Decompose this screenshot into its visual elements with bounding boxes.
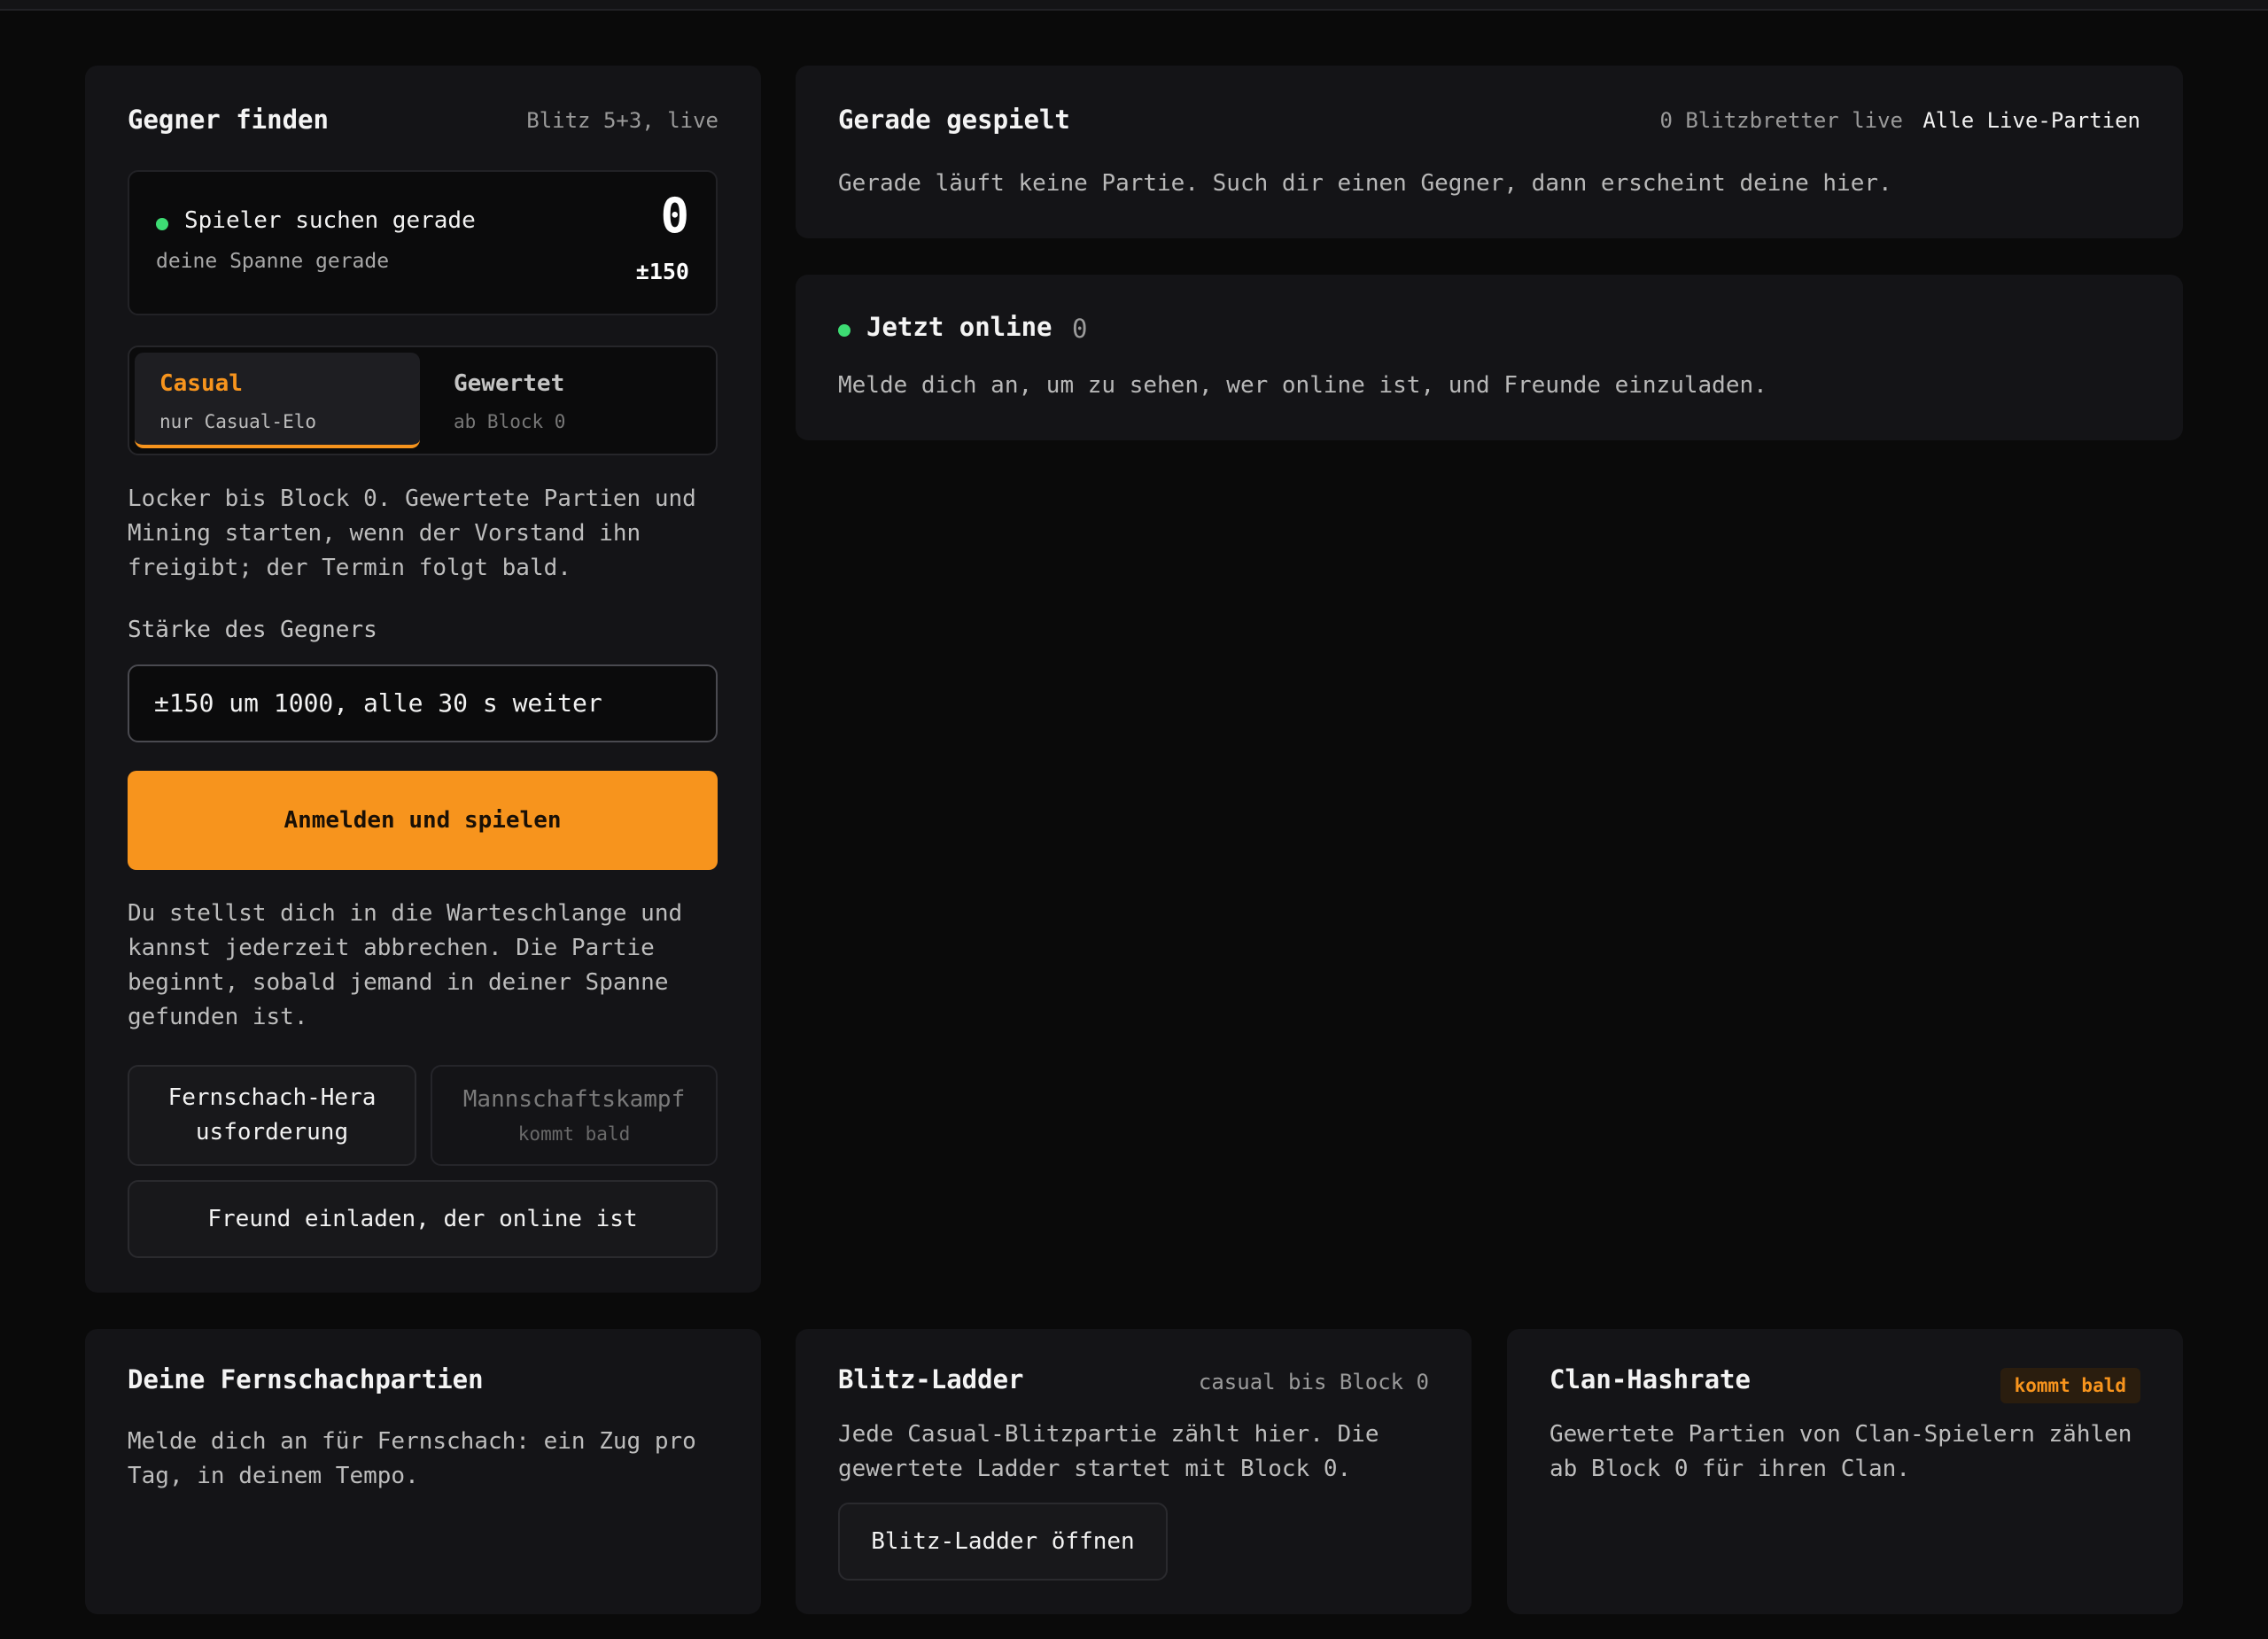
recently-played-card: Gerade gespielt 0 Blitzbretter live Alle…	[796, 66, 2183, 238]
find-opponent-title: Gegner finden	[128, 105, 329, 135]
team-match-button: Mannschaftskampf kommt bald	[431, 1065, 718, 1166]
online-now-card: Jetzt online 0 Melde dich an, um zu sehe…	[796, 275, 2183, 440]
opponent-strength-value: ±150 um 1000, alle 30 s weiter	[154, 688, 602, 718]
correspondence-challenge-label: Fernschach-Herausforderung	[167, 1084, 377, 1146]
recently-played-text: Gerade läuft keine Partie. Such dir eine…	[838, 170, 1892, 197]
blitz-ladder-text: Jede Casual-Blitzpartie zählt hier. Die …	[838, 1421, 1379, 1482]
mode-casual-tab[interactable]: Casual nur Casual-Elo	[135, 353, 420, 448]
recently-played-title: Gerade gespielt	[838, 105, 1070, 135]
blitz-ladder-title: Blitz-Ladder	[838, 1364, 1024, 1394]
invite-friend-button[interactable]: Freund einladen, der online ist	[128, 1180, 718, 1258]
correspondence-challenge-button[interactable]: Fernschach-Herausforderung	[128, 1065, 416, 1166]
signin-play-button[interactable]: Anmelden und spielen	[128, 771, 718, 870]
online-now-text: Melde dich an, um zu sehen, wer online i…	[838, 372, 1767, 399]
seeking-status-label: Spieler suchen gerade	[184, 207, 476, 234]
top-bar	[0, 0, 2268, 11]
opponent-strength-field[interactable]: ±150 um 1000, alle 30 s weiter	[128, 664, 718, 742]
live-boards-count: 0 Blitzbretter live	[1659, 108, 1903, 133]
online-dot-icon	[838, 324, 850, 337]
clan-hashrate-card: Clan-Hashrate kommt bald Gewertete Parti…	[1507, 1329, 2183, 1614]
clan-hashrate-title: Clan-Hashrate	[1550, 1364, 1751, 1394]
mode-toggle: Casual nur Casual-Elo Gewertet ab Block …	[128, 346, 718, 455]
team-match-sub: kommt bald	[517, 1123, 631, 1145]
mode-rated-tab[interactable]: Gewertet ab Block 0	[427, 353, 712, 448]
seeking-status-box: Spieler suchen gerade deine Spanne gerad…	[128, 170, 718, 315]
mode-casual-sub: nur Casual-Elo	[159, 411, 317, 432]
online-now-title: Jetzt online	[866, 312, 1052, 342]
blitz-ladder-card: Blitz-Ladder casual bis Block 0 Jede Cas…	[796, 1329, 1472, 1614]
seeking-count: 0	[660, 188, 689, 244]
mode-rated-sub: ab Block 0	[454, 411, 566, 432]
seeking-range: ±150	[635, 259, 689, 284]
coming-soon-badge: kommt bald	[2000, 1368, 2140, 1403]
clan-hashrate-text: Gewertete Partien von Clan-Spielern zähl…	[1550, 1421, 2132, 1482]
find-opponent-card: Gegner finden Blitz 5+3, live Spieler su…	[85, 66, 761, 1293]
correspondence-games-card: Deine Fernschachpartien Melde dich an fü…	[85, 1329, 761, 1614]
all-live-games-link[interactable]: Alle Live-Partien	[1922, 108, 2140, 133]
mode-rated-label: Gewertet	[454, 370, 565, 397]
blitz-ladder-meta: casual bis Block 0	[1198, 1370, 1429, 1394]
online-now-count: 0	[1072, 314, 1088, 344]
mode-casual-label: Casual	[159, 370, 243, 397]
time-control-label: Blitz 5+3, live	[526, 108, 718, 133]
team-match-label: Mannschaftskampf	[462, 1086, 686, 1113]
online-dot-icon	[156, 218, 168, 230]
locker-info-text: Locker bis Block 0. Gewertete Partien un…	[128, 485, 696, 581]
queue-info-text: Du stellst dich in die Warteschlange und…	[128, 900, 683, 1030]
correspondence-games-text: Melde dich an für Fernschach: ein Zug pr…	[128, 1428, 696, 1489]
opponent-strength-label: Stärke des Gegners	[128, 617, 377, 643]
correspondence-games-title: Deine Fernschachpartien	[128, 1364, 484, 1394]
open-blitz-ladder-button[interactable]: Blitz-Ladder öffnen	[838, 1503, 1168, 1581]
seeking-status-sub: deine Spanne gerade	[156, 250, 390, 273]
